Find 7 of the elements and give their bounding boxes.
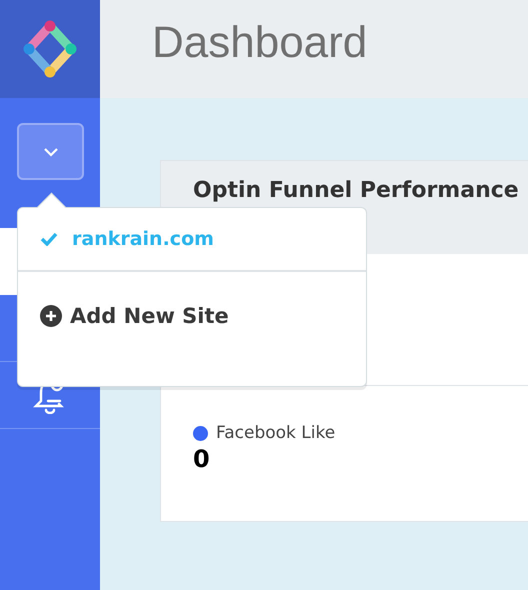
add-site-button[interactable]: Add New Site bbox=[40, 304, 229, 328]
stat-value: 0 bbox=[193, 445, 211, 473]
legend-label: Facebook Like bbox=[216, 423, 336, 443]
card-title: Optin Funnel Performance bbox=[193, 178, 519, 203]
chevron-icon bbox=[42, 146, 58, 156]
page-title: Dashboard bbox=[152, 18, 368, 68]
plus-circle-icon bbox=[40, 305, 62, 327]
